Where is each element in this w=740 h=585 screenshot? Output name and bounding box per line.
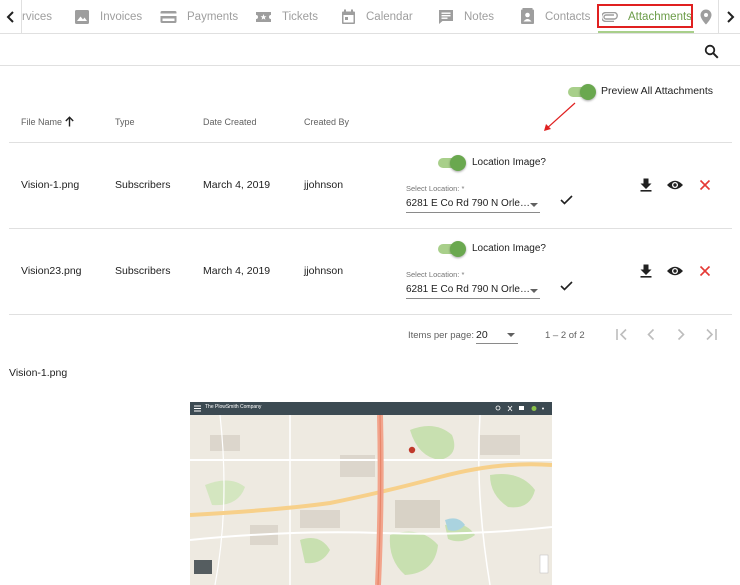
scroll-left-button[interactable] [0,0,22,33]
tab-label: Invoices [100,10,143,23]
select-location-label: Select Location: * [406,270,465,279]
save-location-check-icon[interactable] [560,281,573,291]
location-image-label: Location Image? [472,157,546,168]
map-toolbar-icons [495,405,544,412]
comment-icon [439,9,453,24]
dropdown-caret-icon [530,203,538,207]
preview-all-toggle[interactable] [568,84,596,100]
save-location-check-icon[interactable] [560,195,573,205]
tab-label: Payments [187,10,239,23]
delete-x-icon[interactable] [699,179,711,191]
divider [9,142,732,143]
dropdown-caret-icon [507,333,515,337]
file-name-cell: Vision23.png [21,265,82,277]
tab-contacts[interactable]: Contacts [520,0,590,33]
map-canvas [190,415,552,585]
annotation-arrow-icon [544,102,576,131]
search-row [0,35,740,66]
tab-notes[interactable]: Notes [438,0,494,33]
sort-ascending-icon[interactable] [65,116,74,127]
search-button[interactable] [702,42,720,60]
tab-calendar[interactable]: Calendar [341,0,413,33]
tab-label: Notes [464,10,495,23]
file-name-cell: Vision-1.png [21,179,80,191]
dropdown-caret-icon [530,289,538,293]
next-page-icon[interactable] [676,328,686,341]
chevron-left-icon [6,10,14,23]
delete-x-icon[interactable] [699,265,711,277]
scroll-right-button[interactable] [718,0,740,33]
download-icon[interactable] [640,178,652,192]
created-by-cell: jjohnson [304,265,344,277]
location-image-toggle[interactable] [438,155,466,171]
select-underline [406,212,540,213]
contact-card-icon [521,8,534,24]
type-cell: Subscribers [115,179,171,191]
download-icon[interactable] [640,264,652,278]
active-tab-indicator [598,31,694,33]
chevron-right-icon [726,10,734,23]
view-eye-icon[interactable] [666,179,684,191]
tab-invoices[interactable]: Invoices [74,0,142,33]
location-pin-icon [700,9,712,24]
divider [9,314,732,315]
divider [9,228,732,229]
tab-services[interactable]: rvices [22,0,52,33]
tab-label: rvices [22,10,53,23]
preview-file-name: Vision-1.png [9,367,68,379]
toggle-thumb [450,155,466,171]
tab-bar: rvices Invoices Payments Tickets Calenda… [0,0,740,34]
view-eye-icon[interactable] [666,265,684,277]
date-created-cell: March 4, 2019 [203,265,271,277]
select-underline [406,298,540,299]
last-page-icon[interactable] [704,328,718,341]
date-created-cell: March 4, 2019 [203,179,271,191]
header-date-created[interactable]: Date Created [203,117,257,127]
calendar-icon [342,9,355,24]
tab-label: Calendar [366,10,413,23]
previous-page-icon[interactable] [646,328,656,341]
search-icon [704,44,719,59]
preview-all-label: Preview All Attachments [601,85,714,97]
tab-label: Contacts [545,10,591,23]
select-underline [476,343,518,344]
map-header-bar: The PlowSmith Company [190,402,552,415]
tab-payments[interactable]: Payments [160,0,238,33]
credit-card-icon [160,10,177,23]
page-size-value: 20 [476,329,488,341]
highlight-box [597,4,693,28]
first-page-icon[interactable] [615,328,629,341]
header-type[interactable]: Type [115,117,135,127]
ticket-icon [256,11,271,22]
location-image-label: Location Image? [472,243,546,254]
select-location-value: 6281 E Co Rd 790 N Orle… [406,284,530,295]
location-image-toggle[interactable] [438,241,466,257]
toggle-thumb [580,84,596,100]
type-cell: Subscribers [115,265,171,277]
tab-tickets[interactable]: Tickets [255,0,318,33]
header-file-name[interactable]: File Name [21,117,62,127]
toggle-thumb [450,241,466,257]
range-label: 1 – 2 of 2 [545,330,585,341]
select-location-value: 6281 E Co Rd 790 N Orle… [406,198,530,209]
header-created-by[interactable]: Created By [304,117,349,127]
map-app-title: The PlowSmith Company [205,404,262,410]
menu-icon [194,405,201,412]
image-icon [75,9,89,24]
preview-map-image: The PlowSmith Company [190,402,552,585]
tab-label: Tickets [282,10,318,23]
select-location-label: Select Location: * [406,184,465,193]
created-by-cell: jjohnson [304,179,344,191]
items-per-page-label: Items per page: [408,330,475,341]
